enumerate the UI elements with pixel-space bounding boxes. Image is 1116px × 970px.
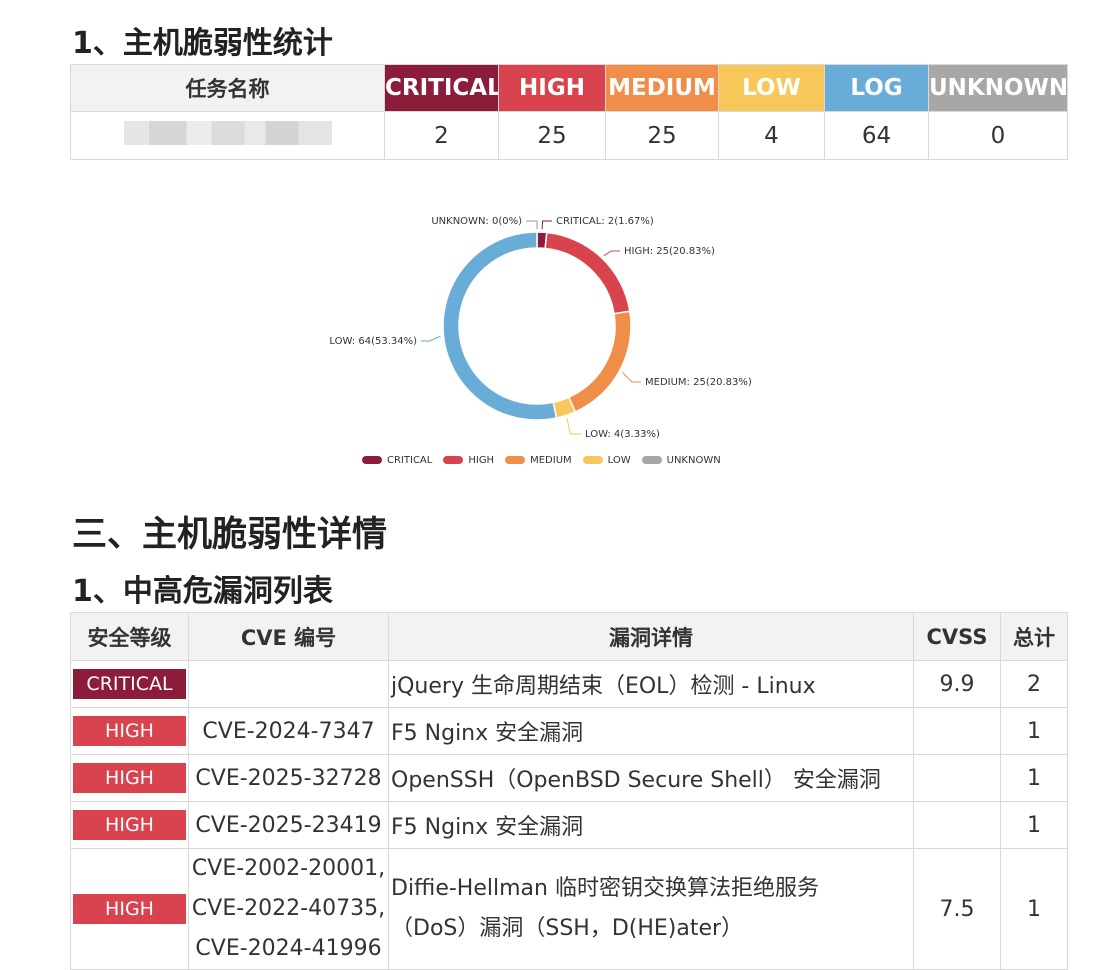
slice-label-critical: CRITICAL: 2(1.67%)	[556, 216, 654, 227]
total-cell: 1	[1000, 848, 1068, 970]
label-leader-line	[541, 220, 552, 230]
slice-label-low: LOW: 4(3.33%)	[585, 429, 660, 440]
label-leader-line	[621, 371, 641, 383]
slice-label-high: HIGH: 25(20.83%)	[624, 246, 715, 257]
col-total: 总计	[1000, 612, 1068, 661]
section-title-list: 1、中高危漏洞列表	[72, 574, 333, 609]
legend-label: UNKNOWN	[666, 454, 721, 466]
severity-badge: HIGH	[73, 763, 186, 793]
legend-swatch	[505, 456, 526, 464]
donut-slice-low	[442, 231, 558, 421]
detail-cell: jQuery 生命周期结束（EOL）检测 - Linux	[388, 660, 914, 708]
cvss-cell	[913, 801, 1001, 849]
cvss-cell	[913, 754, 1001, 802]
table-row: HIGH CVE-2002-20001, CVE-2022-40735, CVE…	[70, 848, 1068, 970]
table-row: HIGH CVE-2025-32728 OpenSSH（OpenBSD Secu…	[70, 754, 1068, 802]
level-cell: CRITICAL	[70, 660, 189, 708]
legend-swatch	[582, 456, 603, 464]
legend-item-critical[interactable]: CRITICAL	[362, 455, 432, 466]
cve-cell: CVE-2024-7347	[188, 707, 389, 755]
total-cell: 2	[1000, 660, 1068, 708]
cvss-cell: 7.5	[913, 848, 1001, 970]
col-cvss: CVSS	[913, 612, 1001, 661]
col-cve: CVE 编号	[188, 612, 389, 661]
label-leader-line	[421, 335, 441, 342]
detail-line: （DoS）漏洞（SSH，D(HE)ater）	[391, 916, 744, 941]
slice-label-medium: MEDIUM: 25(20.83%)	[645, 377, 752, 388]
severity-badge: HIGH	[73, 894, 186, 924]
detail-line: Diffie-Hellman 临时密钥交换算法拒绝服务	[391, 876, 819, 901]
legend-label: CRITICAL	[387, 454, 433, 466]
cve-cell: CVE-2002-20001, CVE-2022-40735, CVE-2024…	[188, 848, 389, 970]
detail-cell: OpenSSH（OpenBSD Secure Shell） 安全漏洞	[388, 754, 914, 802]
slice-label-unknown: UNKNOWN: 0(0%)	[431, 216, 522, 227]
vuln-header-row: 安全等级 CVE 编号 漏洞详情 CVSS 总计	[70, 612, 1068, 661]
vulnerability-table: 安全等级 CVE 编号 漏洞详情 CVSS 总计 CRITICAL jQuery…	[70, 612, 1068, 970]
col-level: 安全等级	[70, 612, 189, 661]
detail-cell: Diffie-Hellman 临时密钥交换算法拒绝服务 （DoS）漏洞（SSH，…	[388, 848, 914, 970]
vulnerability-donut-chart: CRITICAL: 2(1.67%) HIGH: 25(20.83%) MEDIUM…	[329, 216, 752, 440]
legend-item-medium[interactable]: MEDIUM	[505, 455, 572, 466]
cve-cell: CVE-2025-32728	[188, 754, 389, 802]
detail-cell: F5 Nginx 安全漏洞	[388, 707, 914, 755]
legend-swatch	[443, 456, 464, 464]
cvss-cell: 9.9	[913, 660, 1001, 708]
legend-label: LOW	[607, 454, 631, 466]
section-title-details: 三、主机脆弱性详情	[72, 515, 388, 555]
table-row: CRITICAL jQuery 生命周期结束（EOL）检测 - Linux 9.…	[70, 660, 1068, 708]
donut-slice-high	[544, 231, 631, 315]
level-cell: HIGH	[70, 707, 189, 755]
legend-swatch	[362, 456, 382, 464]
severity-badge: HIGH	[73, 716, 186, 746]
table-row: HIGH CVE-2024-7347 F5 Nginx 安全漏洞 1	[70, 707, 1068, 755]
cvss-cell	[913, 707, 1001, 755]
total-cell: 1	[1000, 801, 1068, 849]
severity-badge: HIGH	[73, 810, 186, 840]
legend-label: HIGH	[468, 454, 495, 466]
cve-line: CVE-2024-41996	[195, 936, 382, 961]
label-leader-line	[603, 250, 620, 257]
legend-swatch	[641, 456, 662, 464]
chart-legend: CRITICAL HIGH MEDIUM LOW UNKNOWN	[362, 453, 732, 467]
legend-item-unknown[interactable]: UNKNOWN	[641, 454, 721, 466]
level-cell: HIGH	[70, 848, 189, 970]
slice-label-low: LOW: 64(53.34%)	[329, 336, 417, 347]
legend-label: MEDIUM	[530, 454, 572, 466]
cve-line: CVE-2022-40735,	[191, 896, 386, 921]
cve-cell: CVE-2025-23419	[188, 801, 389, 849]
total-cell: 1	[1000, 707, 1068, 755]
legend-item-low[interactable]: LOW	[582, 454, 631, 466]
detail-cell: F5 Nginx 安全漏洞	[388, 801, 914, 849]
level-cell: HIGH	[70, 801, 189, 849]
col-detail: 漏洞详情	[388, 612, 914, 661]
cve-line: CVE-2002-20001,	[191, 856, 386, 881]
table-row: HIGH CVE-2025-23419 F5 Nginx 安全漏洞 1	[70, 801, 1068, 849]
label-leader-line	[526, 220, 538, 229]
donut-slice-medium	[567, 310, 632, 413]
label-leader-line	[566, 418, 581, 435]
level-cell: HIGH	[70, 754, 189, 802]
legend-item-high[interactable]: HIGH	[443, 455, 494, 466]
cve-cell	[188, 660, 389, 708]
total-cell: 1	[1000, 754, 1068, 802]
severity-badge: CRITICAL	[73, 669, 186, 699]
